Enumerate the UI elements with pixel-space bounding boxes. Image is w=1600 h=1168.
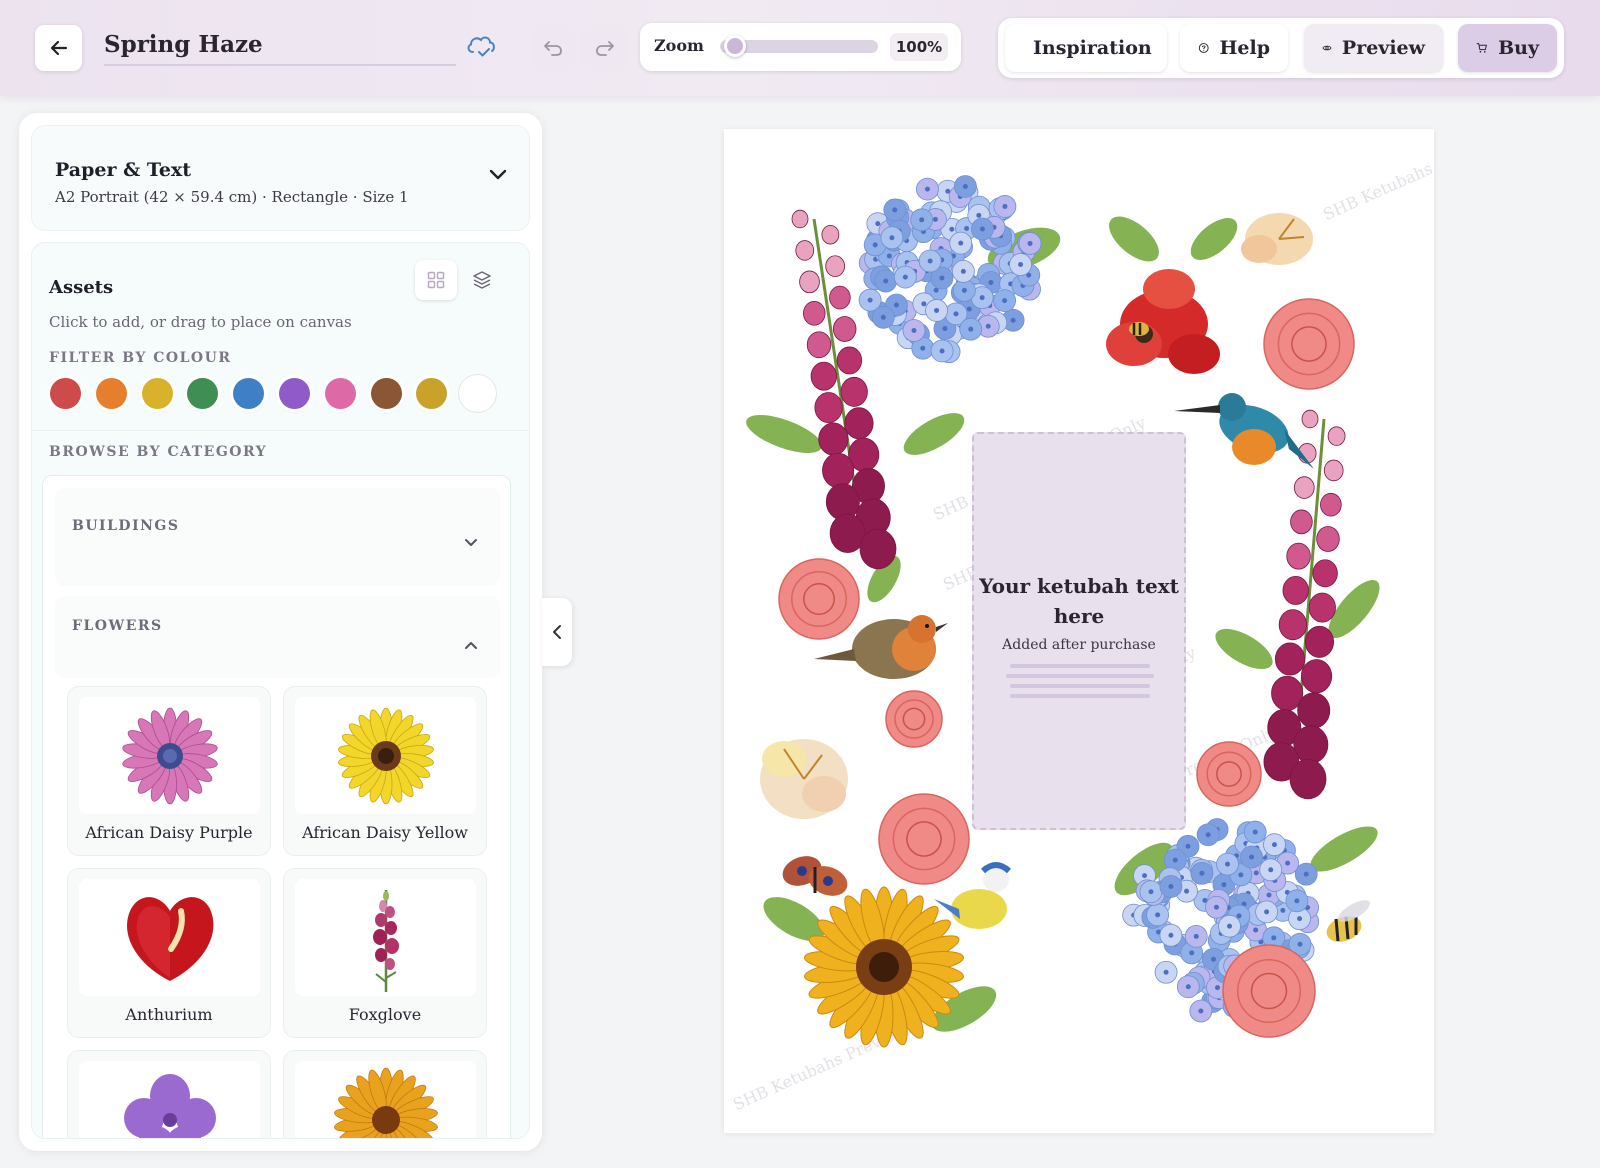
asset-name: African Daisy Yellow — [302, 823, 468, 842]
back-button[interactable] — [35, 25, 82, 71]
inspiration-button[interactable]: Inspiration — [1005, 24, 1167, 72]
colour-swatch-red[interactable] — [50, 378, 81, 409]
placeholder-line — [1010, 694, 1150, 698]
colour-swatch-pink[interactable] — [324, 378, 356, 409]
left-panel: Paper & Text A2 Portrait (42 × 59.4 cm) … — [19, 113, 542, 1151]
paper-title: Paper & Text — [55, 159, 192, 181]
foxglove-icon — [295, 879, 476, 996]
geranium-icon — [79, 1061, 260, 1138]
design-canvas[interactable]: SHB Ketubahs Preview Only SHB Ketubahs P… — [724, 129, 1434, 1133]
asset-tile[interactable]: Foxglove — [283, 868, 487, 1038]
divider — [32, 430, 529, 431]
grid-view-button[interactable] — [415, 260, 457, 300]
placeholder-line — [1006, 674, 1154, 678]
layers-icon — [473, 271, 491, 289]
buy-button[interactable]: Buy — [1458, 24, 1557, 72]
inspiration-label: Inspiration — [1033, 37, 1152, 59]
colour-swatch-white[interactable] — [462, 378, 494, 409]
layers-view-button[interactable] — [461, 260, 503, 300]
ketubah-text-sub: Added after purchase — [1002, 637, 1156, 653]
redo-icon — [596, 41, 614, 56]
asset-tile[interactable]: African Daisy Yellow — [283, 686, 487, 856]
collapse-panel-button[interactable] — [542, 598, 572, 666]
colour-swatch-yellow[interactable] — [141, 378, 173, 409]
preview-label: Preview — [1341, 37, 1425, 59]
colour-swatch-purple[interactable] — [279, 378, 310, 409]
chevron-down-icon — [465, 539, 477, 546]
action-buttons: Inspiration Help Preview Buy — [998, 18, 1564, 78]
cart-icon — [1476, 43, 1487, 53]
design-title-field[interactable]: Spring Haze — [104, 28, 456, 66]
undo-button[interactable] — [530, 25, 576, 71]
asset-tile[interactable]: Anthurium — [67, 868, 271, 1038]
anthurium-icon — [79, 879, 260, 996]
preview-button[interactable]: Preview — [1304, 24, 1443, 72]
asset-tile[interactable] — [283, 1050, 487, 1138]
cloud-saved-icon — [464, 31, 498, 65]
colour-swatch-blue[interactable] — [233, 378, 265, 409]
zoom-label: Zoom — [654, 36, 704, 55]
asset-tile[interactable] — [67, 1050, 271, 1138]
asset-name: Anthurium — [125, 1005, 213, 1024]
colour-swatch-brown[interactable] — [370, 378, 402, 409]
orange-gerbera-icon — [295, 1061, 476, 1138]
top-bar: Spring Haze Zoom 100% Inspiration Help P… — [0, 0, 1600, 96]
ketubah-text-placeholder[interactable]: Your ketubah text here Added after purch… — [972, 432, 1186, 830]
zoom-value[interactable]: 100% — [890, 33, 948, 61]
category-label: BUILDINGS — [72, 518, 180, 534]
assets-title: Assets — [49, 277, 114, 298]
placeholder-line — [1010, 684, 1150, 688]
buy-label: Buy — [1498, 37, 1539, 59]
arrow-left-icon — [50, 40, 67, 56]
zoom-slider-thumb[interactable] — [724, 35, 746, 57]
colour-swatch-green[interactable] — [187, 378, 219, 409]
placeholder-line — [1010, 664, 1150, 668]
browse-by-category-label: BROWSE BY CATEGORY — [49, 444, 268, 460]
design-title: Spring Haze — [104, 31, 263, 58]
asset-name: African Daisy Purple — [85, 823, 253, 842]
grid-icon — [427, 271, 445, 289]
asset-name: Foxglove — [348, 1005, 422, 1024]
chevron-left-icon — [553, 625, 561, 639]
asset-tile[interactable]: African Daisy Purple — [67, 686, 271, 856]
eye-icon — [1322, 45, 1332, 51]
chevron-up-icon — [465, 642, 477, 649]
category-label: FLOWERS — [72, 618, 163, 634]
paper-text-section[interactable]: Paper & Text A2 Portrait (42 × 59.4 cm) … — [31, 125, 530, 231]
help-label: Help — [1219, 37, 1270, 59]
category-list: BUILDINGS FLOWERS African Daisy Purple A… — [42, 475, 511, 1138]
assets-section: Assets Click to add, or drag to place on… — [31, 242, 530, 1139]
redo-button[interactable] — [582, 25, 628, 71]
undo-icon — [544, 41, 562, 56]
zoom-control: Zoom 100% — [640, 23, 961, 71]
purple-daisy-icon — [79, 697, 260, 814]
chevron-down-icon[interactable] — [489, 169, 507, 181]
colour-swatch-orange[interactable] — [95, 378, 127, 409]
yellow-daisy-icon — [295, 697, 476, 814]
help-button[interactable]: Help — [1180, 24, 1288, 72]
paper-subtitle: A2 Portrait (42 × 59.4 cm) · Rectangle ·… — [55, 188, 409, 206]
help-circle-icon — [1198, 43, 1209, 53]
filter-by-colour-label: FILTER BY COLOUR — [49, 350, 232, 366]
category-buildings[interactable]: BUILDINGS — [55, 488, 500, 586]
colour-swatch-gold[interactable] — [416, 378, 448, 409]
ketubah-text-main: Your ketubah text here — [979, 574, 1179, 628]
assets-subtitle: Click to add, or drag to place on canvas — [49, 313, 352, 331]
category-flowers[interactable]: FLOWERS — [55, 596, 500, 678]
view-toggle — [415, 260, 505, 300]
